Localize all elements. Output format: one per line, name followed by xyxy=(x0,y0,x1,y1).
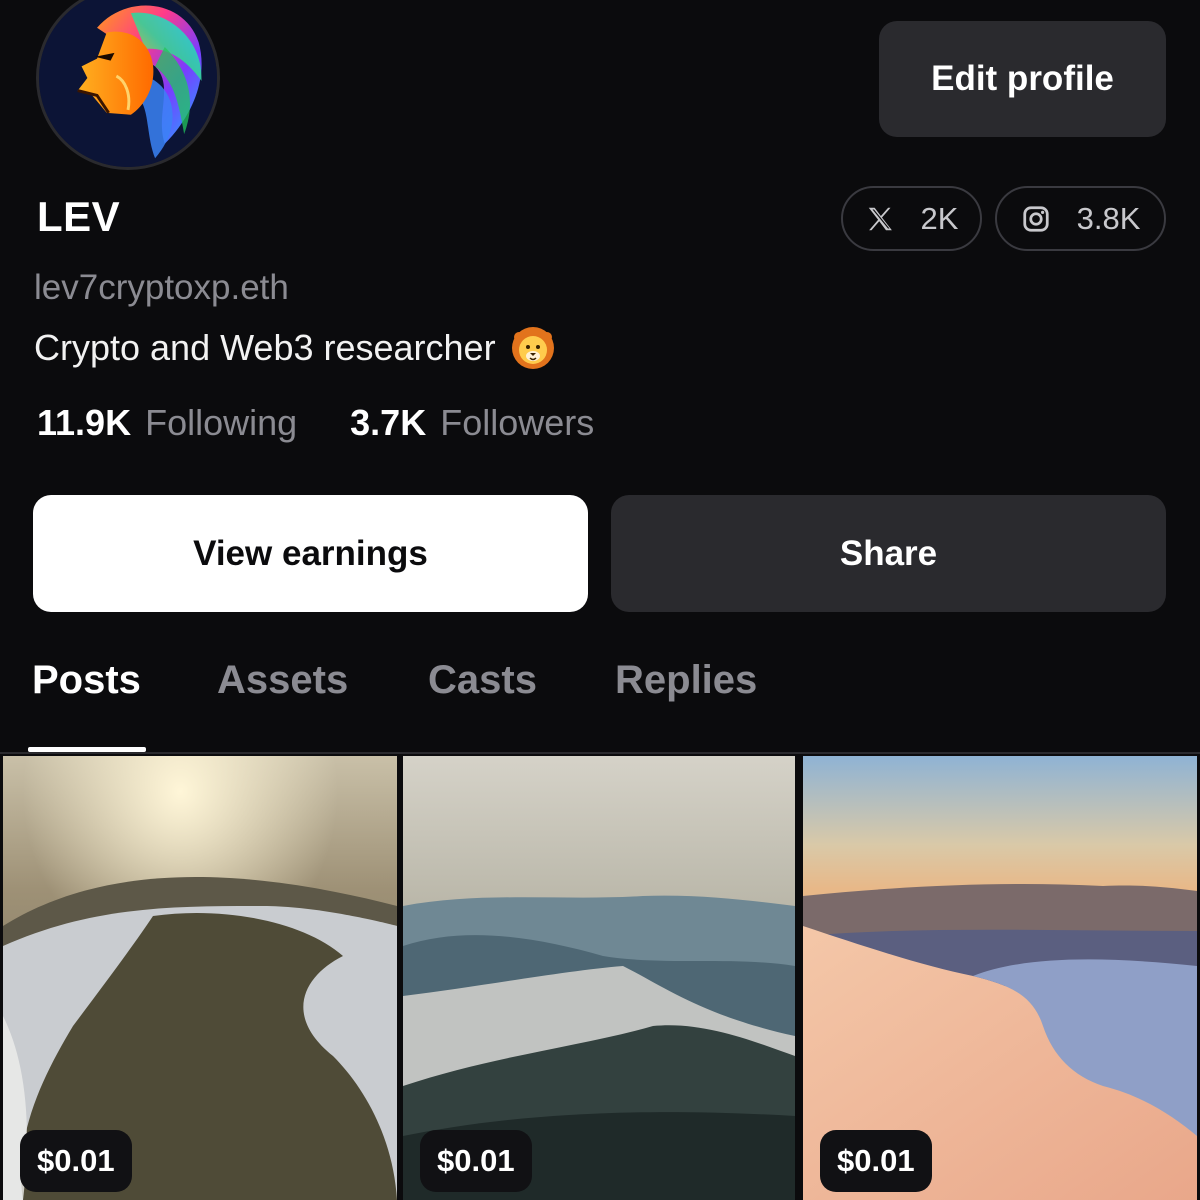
following-count: 11.9K xyxy=(37,402,132,443)
avatar[interactable] xyxy=(36,0,220,170)
following-label: Following xyxy=(145,402,298,443)
post-card[interactable]: $0.01 xyxy=(803,756,1197,1200)
post-price-badge: $0.01 xyxy=(420,1130,532,1192)
tab-posts[interactable]: Posts xyxy=(32,658,141,703)
active-tab-indicator xyxy=(28,747,146,752)
instagram-followers-pill[interactable]: 3.8K xyxy=(995,186,1166,251)
x-followers-count: 2K xyxy=(920,200,959,236)
lion-logo-avatar xyxy=(39,0,217,167)
edit-profile-button[interactable]: Edit profile xyxy=(879,21,1166,137)
view-earnings-button[interactable]: View earnings xyxy=(33,495,588,612)
share-button[interactable]: Share xyxy=(611,495,1166,612)
profile-screen: Edit profile LEV 2K 3.8K lev7cryptoxp.et… xyxy=(0,0,1200,1200)
x-logo-icon xyxy=(865,204,895,234)
tab-casts[interactable]: Casts xyxy=(428,658,537,703)
post-card[interactable]: $0.01 xyxy=(403,756,795,1200)
followers-label: Followers xyxy=(440,402,595,443)
followers-stat[interactable]: 3.7K Followers xyxy=(350,402,594,444)
x-followers-pill[interactable]: 2K xyxy=(841,186,982,251)
instagram-icon xyxy=(1021,204,1051,234)
bio-text: Crypto and Web3 researcher xyxy=(34,327,496,368)
post-price-badge: $0.01 xyxy=(820,1130,932,1192)
followers-count: 3.7K xyxy=(350,402,427,443)
display-name: LEV xyxy=(37,193,121,240)
tab-replies[interactable]: Replies xyxy=(615,658,757,703)
instagram-followers-count: 3.8K xyxy=(1076,200,1141,236)
profile-tabs: Posts Assets Casts Replies xyxy=(0,650,1200,754)
tab-assets[interactable]: Assets xyxy=(217,658,348,703)
lion-face-icon xyxy=(510,325,556,371)
profile-bio: Crypto and Web3 researcher xyxy=(34,325,556,371)
following-stat[interactable]: 11.9K Following xyxy=(37,402,297,444)
post-price-badge: $0.01 xyxy=(20,1130,132,1192)
follow-stats: 11.9K Following 3.7K Followers xyxy=(37,402,594,444)
post-card[interactable]: $0.01 xyxy=(3,756,397,1200)
posts-grid: $0.01 $0.01 $0.01 xyxy=(0,756,1200,1200)
profile-handle: lev7cryptoxp.eth xyxy=(34,268,289,307)
